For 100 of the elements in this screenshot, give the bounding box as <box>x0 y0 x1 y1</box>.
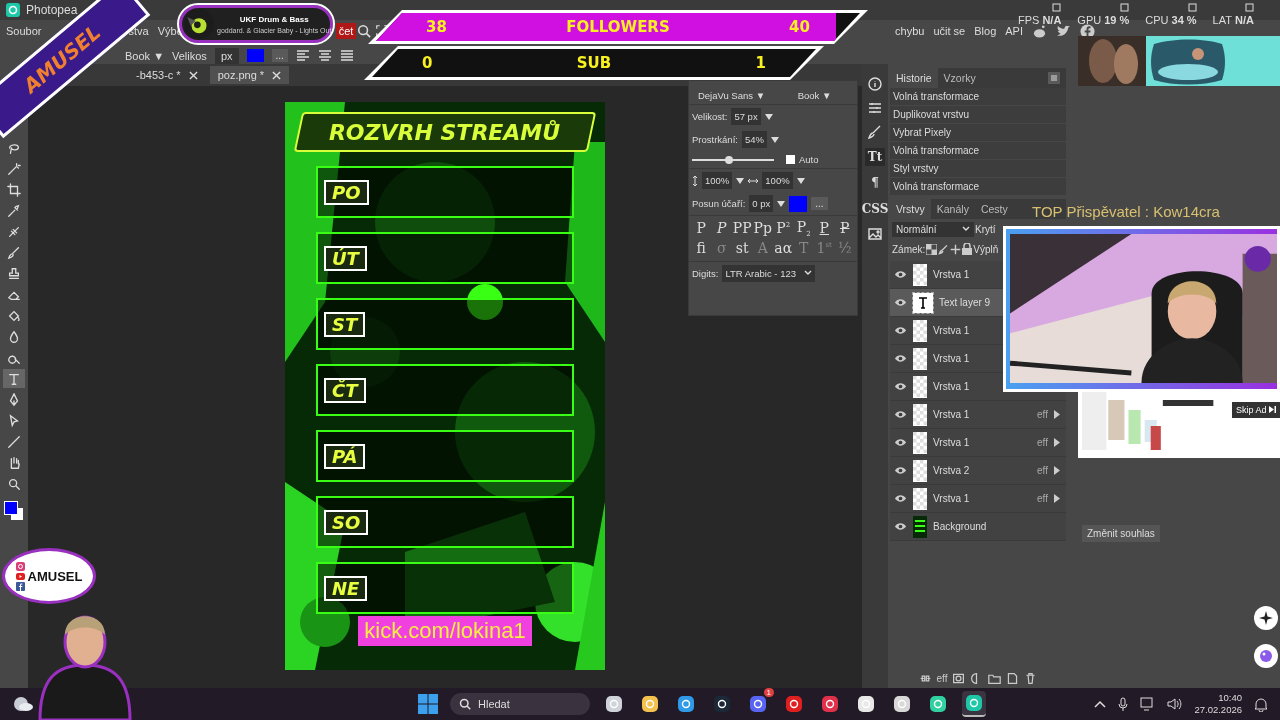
new-icon[interactable] <box>1006 671 1020 685</box>
history-item[interactable]: Volná transformace <box>890 88 1066 106</box>
reddit-icon[interactable] <box>1032 23 1047 39</box>
menu-link[interactable]: chybu <box>895 25 925 37</box>
history-item[interactable]: Volná transformace <box>890 142 1066 160</box>
chevron-down-icon[interactable] <box>962 226 970 232</box>
more-button[interactable]: ... <box>811 197 828 210</box>
panel-toggle[interactable]: Tt <box>864 148 886 166</box>
size-field[interactable]: 57 px <box>731 108 761 125</box>
history-item[interactable]: Vybrat Pixely <box>890 124 1066 142</box>
eye-icon[interactable] <box>894 354 907 363</box>
align-icon[interactable] <box>295 49 310 62</box>
sparkle-icon[interactable] <box>1259 611 1273 625</box>
size-field[interactable]: px <box>214 47 239 64</box>
layer-row[interactable]: Vrstva 1 eff <box>890 429 1066 457</box>
close-icon[interactable] <box>272 70 282 80</box>
account-button[interactable]: čet <box>335 23 357 39</box>
expand-icon[interactable] <box>1054 410 1060 419</box>
brush-icon[interactable] <box>867 124 883 140</box>
effects-label[interactable]: eff <box>1037 465 1048 476</box>
effects-label[interactable]: eff <box>1037 437 1048 448</box>
glyph-option[interactable]: P <box>834 218 855 239</box>
chevron-down-icon[interactable] <box>804 270 812 277</box>
dropdown-icon[interactable] <box>777 200 786 207</box>
glyph-option[interactable]: st <box>732 238 753 257</box>
effects-label[interactable]: eff <box>1037 493 1048 504</box>
glyph-option[interactable]: fi <box>691 238 712 257</box>
close-icon[interactable] <box>188 70 198 80</box>
color-swatches[interactable] <box>4 501 24 521</box>
align-icon[interactable] <box>339 49 354 62</box>
chevron-up-icon[interactable] <box>1094 700 1107 708</box>
blend-mode-select[interactable]: Normální <box>892 221 974 237</box>
expand-icon[interactable] <box>1054 438 1060 447</box>
menu-link[interactable]: API <box>1005 25 1023 37</box>
mask-icon[interactable] <box>952 671 966 685</box>
dropdown-icon[interactable] <box>736 177 745 184</box>
eye-icon[interactable] <box>894 522 907 531</box>
taskbar-search-field[interactable]: Hledat <box>450 693 590 715</box>
history-item[interactable]: Volná transformace <box>890 178 1066 196</box>
glyph-option[interactable]: P <box>691 218 712 239</box>
volume-icon[interactable] <box>1167 697 1183 711</box>
dropdown-icon[interactable] <box>764 113 773 120</box>
expand-icon[interactable] <box>1054 466 1060 475</box>
eye-icon[interactable] <box>894 270 907 279</box>
horizontal-scale-field[interactable]: 100% <box>762 172 793 189</box>
bell-icon[interactable] <box>1254 696 1268 712</box>
image-icon[interactable] <box>867 226 883 242</box>
weather-icon[interactable] <box>12 695 34 713</box>
layer-row[interactable]: Vrstva 1 eff <box>890 485 1066 513</box>
glyph-option[interactable]: P$^{2}$ <box>773 218 794 239</box>
tracking-field[interactable]: 54% <box>741 131 767 148</box>
move-icon[interactable] <box>950 243 962 255</box>
type-tool-icon[interactable] <box>3 369 25 388</box>
eye-icon[interactable] <box>894 438 907 447</box>
font-select[interactable]: DejaVu Sans ▼ <box>692 90 771 101</box>
digits-select[interactable]: LTR Arabic - 123 <box>722 264 815 282</box>
search-icon[interactable] <box>357 24 372 38</box>
panel-tab[interactable]: Kanály <box>930 199 975 219</box>
network-icon[interactable] <box>1140 697 1156 711</box>
photopea-app-icon[interactable] <box>962 691 986 717</box>
layer-row[interactable]: Vrstva 2 eff <box>890 457 1066 485</box>
search-icon[interactable] <box>459 698 471 710</box>
glyph-option[interactable]: aα <box>773 238 794 257</box>
panel-toggle[interactable]: CSS <box>858 200 892 218</box>
color-swatch[interactable] <box>789 195 808 212</box>
menu-link[interactable]: učit se <box>933 25 966 37</box>
eye-icon[interactable] <box>894 410 907 419</box>
glyph-option[interactable]: PP <box>732 218 753 239</box>
glyph-option[interactable]: P <box>814 218 835 239</box>
lock-pixels-icon[interactable] <box>926 243 938 255</box>
eye-icon[interactable] <box>894 466 907 475</box>
document-tab[interactable]: poz.png * <box>209 66 290 84</box>
more-button[interactable]: ... <box>271 49 288 62</box>
expand-icon[interactable] <box>1054 494 1060 503</box>
auto-checkbox[interactable] <box>786 155 795 164</box>
bird-icon[interactable] <box>1056 23 1071 39</box>
effects-button[interactable]: eff <box>936 672 948 684</box>
panel-tab[interactable]: Cesty <box>974 199 1014 219</box>
panel-toggle[interactable]: ¶ <box>868 174 882 192</box>
layer-row[interactable]: Background <box>890 513 1066 541</box>
eye-icon[interactable] <box>894 494 907 503</box>
menu-icon[interactable] <box>1048 72 1060 84</box>
glyph-option[interactable]: P$_{2}$ <box>793 218 814 239</box>
glyph-option[interactable]: Pp <box>752 218 773 239</box>
history-item[interactable]: Duplikovat vrstvu <box>890 106 1066 124</box>
tracking-slider[interactable] <box>692 154 774 165</box>
panel-tab[interactable]: Vrstvy <box>890 199 931 219</box>
panel-tab[interactable]: Vzorky <box>937 68 982 88</box>
lock-icon[interactable] <box>962 243 973 255</box>
dropdown-icon[interactable] <box>796 177 805 184</box>
eye-icon[interactable] <box>894 382 907 391</box>
effects-label[interactable]: eff <box>1037 409 1048 420</box>
info-icon[interactable] <box>867 76 883 92</box>
consent-button[interactable]: Změnit souhlas <box>1082 525 1160 542</box>
vertical-scale-field[interactable]: 100% <box>702 172 733 189</box>
menu-link[interactable]: Blog <box>974 25 997 37</box>
glyph-option[interactable]: P <box>711 218 732 239</box>
windows-start-icon[interactable] <box>418 694 438 714</box>
brush-icon[interactable] <box>938 243 950 255</box>
color-swatch[interactable] <box>246 49 264 62</box>
